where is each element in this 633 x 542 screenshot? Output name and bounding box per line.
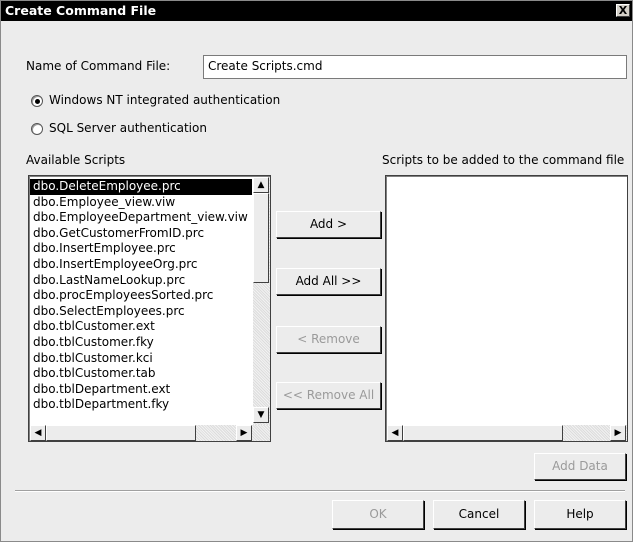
radio-nt-auth[interactable]	[31, 95, 43, 107]
target-scroll-left-icon[interactable]: ◀	[387, 425, 403, 441]
list-item[interactable]: dbo.InsertEmployeeOrg.prc	[30, 257, 252, 273]
list-item[interactable]: dbo.SelectEmployees.prc	[30, 304, 252, 320]
command-file-name-value: Create Scripts.cmd	[208, 59, 323, 73]
list-item[interactable]: dbo.GetCustomerFromID.prc	[30, 226, 252, 242]
target-horizontal-scrollbar[interactable]: ◀ ▶	[387, 425, 627, 441]
cancel-button[interactable]: Cancel	[433, 500, 525, 529]
list-item[interactable]: dbo.procEmployeesSorted.prc	[30, 288, 252, 304]
list-item[interactable]: dbo.tblCustomer.tab	[30, 366, 252, 382]
list-item[interactable]: dbo.tblCustomer.ext	[30, 319, 252, 335]
radio-sql-auth[interactable]	[31, 123, 43, 135]
command-file-name-input[interactable]: Create Scripts.cmd	[203, 55, 627, 79]
list-item[interactable]: dbo.tblDepartment.fky	[30, 397, 252, 413]
horizontal-scroll-thumb[interactable]	[46, 425, 196, 441]
vertical-scroll-thumb[interactable]	[253, 193, 269, 283]
available-vertical-scrollbar[interactable]: ▲ ▼	[253, 177, 270, 425]
list-item[interactable]: dbo.DeleteEmployee.prc	[30, 179, 252, 195]
title-bar: Create Command File X	[1, 1, 632, 21]
scroll-right-icon[interactable]: ▶	[236, 425, 252, 441]
window-title: Create Command File	[5, 3, 157, 18]
add-all-button[interactable]: Add All >>	[276, 268, 381, 295]
available-scripts-label: Available Scripts	[26, 153, 126, 167]
scroll-down-icon[interactable]: ▼	[253, 407, 269, 423]
radio-sql-auth-label[interactable]: SQL Server authentication	[49, 121, 207, 135]
list-item[interactable]: dbo.EmployeeDepartment_view.viw	[30, 210, 252, 226]
help-button[interactable]: Help	[534, 500, 626, 529]
radio-nt-auth-label[interactable]: Windows NT integrated authentication	[49, 93, 280, 107]
add-data-button[interactable]: Add Data	[534, 453, 626, 480]
available-scripts-list[interactable]: dbo.DeleteEmployee.prc dbo.Employee_view.…	[28, 175, 271, 442]
list-item[interactable]: dbo.Employee_view.viw	[30, 195, 252, 211]
list-item[interactable]: dbo.tblCustomer.fky	[30, 335, 252, 351]
target-scripts-label: Scripts to be added to the command file	[382, 153, 625, 167]
add-button[interactable]: Add >	[276, 211, 381, 238]
remove-button[interactable]: < Remove	[276, 326, 381, 353]
target-scroll-right-icon[interactable]: ▶	[610, 425, 626, 441]
ok-button[interactable]: OK	[332, 500, 424, 529]
available-horizontal-scrollbar[interactable]: ◀ ▶	[30, 425, 270, 441]
close-icon[interactable]: X	[616, 4, 630, 17]
remove-all-button[interactable]: << Remove All	[276, 382, 381, 409]
scroll-left-icon[interactable]: ◀	[30, 425, 46, 441]
separator	[15, 490, 625, 492]
target-horizontal-scroll-thumb[interactable]	[403, 425, 563, 441]
list-item[interactable]: dbo.tblDepartment.ext	[30, 382, 252, 398]
list-item[interactable]: dbo.tblCustomer.kci	[30, 351, 252, 367]
list-item[interactable]: dbo.LastNameLookup.prc	[30, 273, 252, 289]
name-field-label: Name of Command File:	[26, 59, 171, 73]
create-command-file-dialog: Create Command File X Name of Command Fi…	[0, 0, 633, 542]
scroll-up-icon[interactable]: ▲	[253, 177, 269, 193]
list-item[interactable]: dbo.InsertEmployee.prc	[30, 241, 252, 257]
target-scripts-list[interactable]: ◀ ▶	[385, 175, 628, 442]
